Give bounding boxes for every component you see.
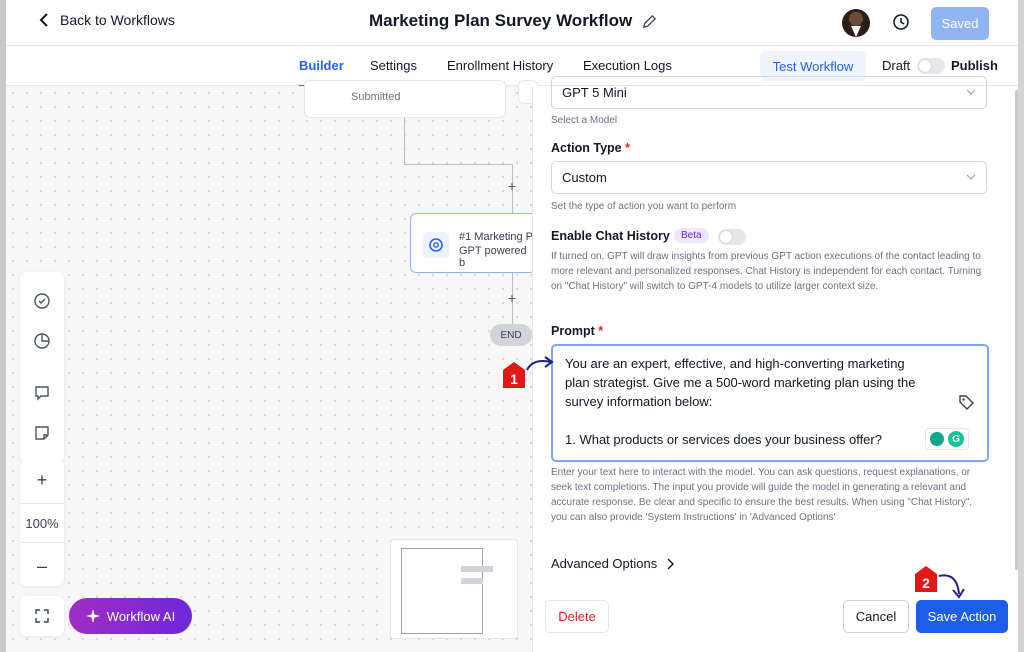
action-type-label: Action Type *	[551, 141, 630, 155]
minimap-node	[461, 578, 483, 584]
action-type-label-text: Action Type	[551, 141, 622, 155]
chat-history-hint: If turned on, GPT will draw insights fro…	[551, 251, 982, 292]
grammarly-widget[interactable]: G	[925, 428, 969, 450]
prompt-label-text: Prompt	[551, 324, 595, 338]
marker-number: 1	[503, 370, 525, 388]
tag-icon[interactable]	[958, 394, 975, 411]
tab-settings[interactable]: Settings	[370, 58, 417, 73]
app-window: Back to Workflows Marketing Plan Survey …	[6, 0, 1018, 652]
prompt-label: Prompt *	[551, 324, 604, 338]
minimap-viewport	[401, 548, 483, 634]
model-hint: Select a Model	[551, 115, 618, 126]
model-select[interactable]: GPT 5 Mini	[551, 76, 987, 109]
action-node-subtitle: GPT powered b	[459, 245, 527, 269]
delete-button[interactable]: Delete	[545, 600, 609, 633]
user-avatar[interactable]	[842, 9, 870, 37]
history-clock-icon[interactable]	[892, 13, 910, 31]
chevron-down-icon	[966, 174, 976, 180]
zoom-out-button[interactable]: –	[20, 546, 64, 586]
zoom-level: 100%	[20, 503, 64, 543]
fit-view-button[interactable]	[20, 596, 64, 636]
lightbulb-icon	[930, 432, 944, 446]
tab-builder[interactable]: Builder	[299, 58, 344, 87]
page-title: Marketing Plan Survey Workflow	[369, 11, 633, 30]
chevron-left-icon	[39, 13, 48, 27]
comment-icon[interactable]	[33, 384, 51, 402]
prompt-line: plan strategist. Give me a 500-word mark…	[565, 375, 916, 390]
prompt-line: You are an expert, effective, and high-c…	[565, 356, 905, 371]
window-scrollbar[interactable]	[1018, 0, 1024, 652]
chevron-down-icon	[966, 89, 976, 95]
workflow-ai-button[interactable]: Workflow AI	[69, 598, 192, 634]
submitted-node-label: Submitted	[351, 91, 401, 103]
model-select-value: GPT 5 Mini	[562, 85, 627, 100]
prompt-line: survey information below:	[565, 394, 713, 409]
prompt-hint: Enter your text here to interact with th…	[551, 467, 973, 523]
minimap-node	[461, 566, 493, 572]
submitted-trigger-node[interactable]: Submitted	[304, 80, 506, 118]
add-step-plus-icon[interactable]: +	[505, 290, 519, 306]
save-action-button[interactable]: Save Action	[916, 600, 1008, 633]
beta-badge: Beta	[674, 228, 709, 243]
action-type-select[interactable]: Custom	[551, 161, 987, 194]
canvas-toolbox	[20, 272, 64, 462]
action-settings-panel: GPT 5 Mini Select a Model Action Type * …	[503, 76, 1018, 652]
draft-label: Draft	[882, 58, 911, 73]
pie-chart-icon[interactable]	[33, 332, 51, 350]
grammarly-icon: G	[948, 431, 964, 447]
annotation-marker-1: 1	[503, 362, 525, 388]
annotation-arrow-icon	[938, 574, 965, 599]
sparkle-icon	[85, 609, 100, 623]
workflow-ai-label: Workflow AI	[106, 608, 176, 624]
prompt-line: 1. What products or services does your b…	[565, 432, 882, 447]
action-type-hint: Set the type of action you want to perfo…	[551, 201, 737, 212]
annotation-marker-2: 2	[915, 566, 937, 592]
cancel-button[interactable]: Cancel	[843, 600, 909, 633]
edit-pencil-icon[interactable]	[642, 14, 657, 29]
prompt-textarea[interactable]: You are an expert, effective, and high-c…	[551, 344, 989, 462]
zoom-controls: + 100% –	[20, 460, 64, 586]
marker-roof	[915, 566, 937, 574]
marker-number: 2	[915, 574, 937, 592]
tab-enrollment-history[interactable]: Enrollment History	[447, 58, 553, 73]
canvas-minimap[interactable]	[390, 539, 518, 639]
sticky-note-icon[interactable]	[33, 424, 51, 442]
zoom-in-button[interactable]: +	[20, 460, 64, 500]
end-node: END	[490, 324, 532, 346]
workflow-canvas[interactable]: Submitted + #1 Marketing P GPT powered b…	[6, 80, 538, 652]
workflow-title: Marketing Plan Survey Workflow	[369, 11, 657, 31]
top-bar: Back to Workflows Marketing Plan Survey …	[6, 0, 1018, 46]
tab-execution-logs[interactable]: Execution Logs	[583, 58, 672, 73]
publish-toggle[interactable]	[917, 58, 945, 74]
back-label: Back to Workflows	[60, 12, 175, 28]
marker-roof	[503, 362, 525, 370]
advanced-options-toggle[interactable]: Advanced Options	[551, 556, 675, 571]
action-type-value: Custom	[562, 170, 607, 185]
expand-icon	[35, 609, 49, 623]
saved-button[interactable]: Saved	[931, 7, 989, 40]
chat-history-toggle[interactable]	[718, 229, 746, 245]
advanced-options-label: Advanced Options	[551, 556, 658, 571]
back-to-workflows-link[interactable]: Back to Workflows	[36, 12, 175, 28]
openai-icon	[423, 232, 449, 258]
connector-line	[404, 164, 512, 165]
gpt-action-node[interactable]: #1 Marketing P GPT powered b	[410, 213, 536, 273]
publish-label: Publish	[951, 58, 998, 73]
add-step-plus-icon[interactable]: +	[505, 178, 519, 194]
connector-line	[404, 118, 405, 164]
chat-history-label: Enable Chat History	[551, 229, 670, 243]
action-node-title: #1 Marketing P	[459, 231, 533, 243]
check-circle-icon[interactable]	[33, 292, 51, 310]
chevron-right-icon	[667, 558, 675, 569]
annotation-arrow-icon	[526, 356, 554, 371]
